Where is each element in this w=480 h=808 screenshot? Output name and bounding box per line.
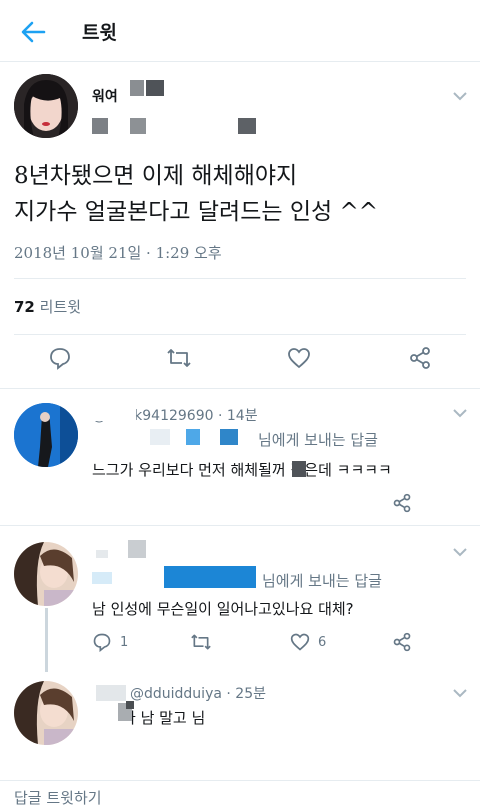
top-bar: 트윗 xyxy=(0,0,480,62)
censor-block xyxy=(128,540,146,558)
censor-block xyxy=(238,118,256,134)
like-count: 6 xyxy=(318,634,327,650)
share-button[interactable] xyxy=(408,346,432,370)
censor-block xyxy=(92,118,108,134)
like-icon xyxy=(290,633,310,651)
share-icon xyxy=(393,632,411,652)
censor-block xyxy=(96,685,126,701)
back-arrow-icon xyxy=(21,21,46,43)
reply-text: 나 남 말고 님 xyxy=(122,709,206,727)
reply-tweet[interactable]: @dduidduiya · 25분 나 남 말고 님 xyxy=(0,667,480,780)
reply-count: 1 xyxy=(120,634,129,650)
replying-to-label: 님에게 보내는 답글 xyxy=(262,572,382,590)
chevron-down-icon[interactable] xyxy=(452,407,468,419)
retweet-button[interactable] xyxy=(166,346,192,370)
compose-placeholder[interactable]: 답글 트윗하기 xyxy=(14,787,102,808)
share-icon xyxy=(393,493,411,513)
reply-handle[interactable]: @dduidduiya · 25분 xyxy=(130,683,266,703)
avatar[interactable] xyxy=(14,542,78,606)
like-button[interactable] xyxy=(287,346,311,370)
censor-block xyxy=(130,118,146,134)
censor-block xyxy=(92,572,112,584)
chevron-down-icon[interactable] xyxy=(452,90,468,102)
reply-button[interactable]: 1 xyxy=(92,632,128,652)
avatar[interactable] xyxy=(14,681,78,745)
censor-block xyxy=(126,701,134,709)
author-name[interactable]: 워여 xyxy=(92,86,118,106)
reply-tweet[interactable]: 님에게 보내는 답글 남 인성에 무슨일이 일어나고있나요 대체? 1 6 xyxy=(0,525,480,672)
reply-button[interactable] xyxy=(48,346,72,370)
censor-block xyxy=(130,80,144,96)
censor-block xyxy=(96,550,108,558)
reply-tweet[interactable]: @chick94129690 · 14분 님에게 보내는 답글 느그가 우리보다… xyxy=(0,388,480,525)
share-button[interactable] xyxy=(392,493,412,513)
censor-block xyxy=(150,429,170,445)
reply-icon xyxy=(93,633,111,652)
censor-block xyxy=(92,403,136,421)
thread-line xyxy=(45,608,48,672)
reply-compose-bar[interactable]: 답글 트윗하기 xyxy=(0,780,480,808)
share-button[interactable] xyxy=(392,632,412,652)
censor-block xyxy=(220,429,238,445)
censor-block xyxy=(186,429,200,445)
retweet-count[interactable]: 72 리트윗 xyxy=(14,296,81,317)
chevron-down-icon[interactable] xyxy=(452,687,468,699)
reply-text: 남 인성에 무슨일이 일어나고있나요 대체? xyxy=(92,600,354,618)
chevron-down-icon[interactable] xyxy=(452,546,468,558)
share-icon xyxy=(410,347,430,369)
back-button[interactable] xyxy=(18,18,48,46)
censor-block xyxy=(292,461,306,477)
divider xyxy=(14,334,466,335)
reply-icon xyxy=(50,348,70,370)
divider xyxy=(14,278,466,279)
replying-to-label: 님에게 보내는 답글 xyxy=(258,431,378,449)
like-icon xyxy=(288,348,310,369)
tweet-timestamp[interactable]: 2018년 10월 21일 · 1:29 오후 xyxy=(14,242,222,263)
avatar[interactable] xyxy=(14,74,78,138)
censor-block xyxy=(146,80,164,96)
censor-block xyxy=(164,566,256,588)
tweet-text: 8년차됐으면 이제 해체해야지 지가수 얼굴본다고 달려드는 인성 ^^ xyxy=(14,163,379,225)
avatar[interactable] xyxy=(14,403,78,467)
retweet-icon xyxy=(191,634,211,650)
retweet-icon xyxy=(167,349,191,367)
retweet-button[interactable] xyxy=(190,632,212,652)
like-button[interactable]: 6 xyxy=(290,632,326,652)
reply-text: 느그가 우리보다 먼저 해체될꺼 같은데 ㅋㅋㅋㅋ xyxy=(92,461,392,479)
page-title: 트윗 xyxy=(82,22,117,44)
